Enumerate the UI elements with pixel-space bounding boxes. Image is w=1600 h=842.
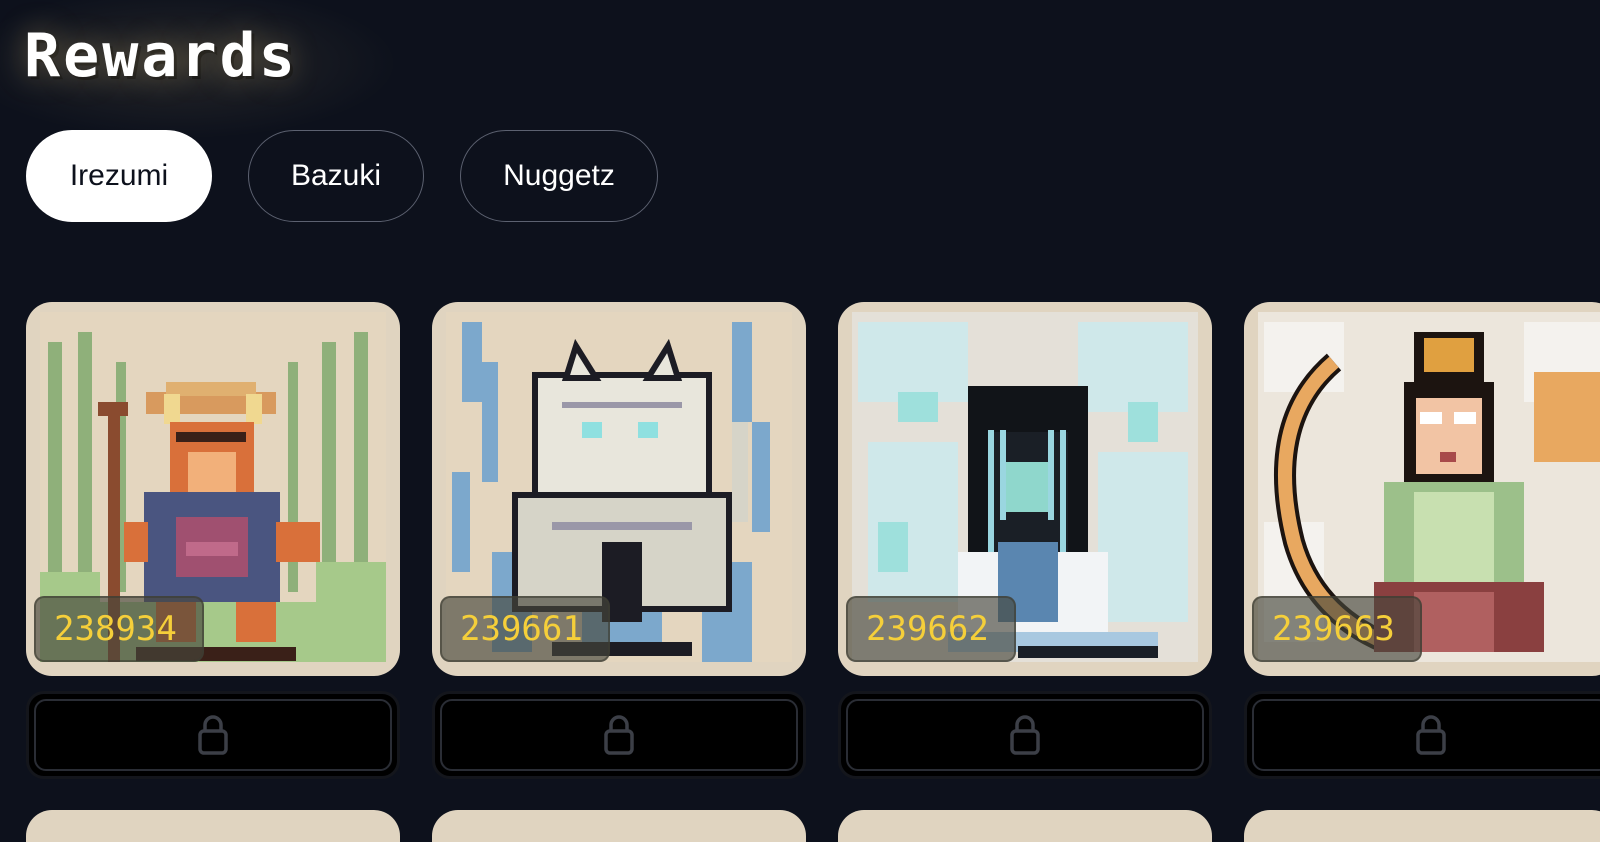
next-row-card (838, 810, 1212, 842)
page-title: Rewards (24, 21, 298, 91)
next-row-card (432, 810, 806, 842)
reward-art[interactable]: 239661 (432, 302, 806, 676)
reward-art[interactable]: 239662 (838, 302, 1212, 676)
reward-art[interactable]: 239663 (1244, 302, 1600, 676)
reward-card: 239661 (432, 302, 806, 842)
locked-claim-button[interactable] (432, 691, 806, 779)
rewards-grid: 238934 239661 239662 239663 (26, 302, 1600, 842)
button-inner-border (1252, 699, 1600, 771)
button-inner-border (34, 699, 392, 771)
reward-art[interactable]: 238934 (26, 302, 400, 676)
reward-card: 239662 (838, 302, 1212, 842)
collection-tabs: Irezumi Bazuki Nuggetz (26, 130, 658, 222)
tab-nuggetz[interactable]: Nuggetz (460, 130, 658, 222)
reward-card: 239663 (1244, 302, 1600, 842)
locked-claim-button[interactable] (1244, 691, 1600, 779)
token-id-badge: 239663 (1252, 596, 1422, 662)
locked-claim-button[interactable] (26, 691, 400, 779)
locked-claim-button[interactable] (838, 691, 1212, 779)
button-inner-border (846, 699, 1204, 771)
button-inner-border (440, 699, 798, 771)
reward-card: 238934 (26, 302, 400, 842)
tab-irezumi[interactable]: Irezumi (26, 130, 212, 222)
token-id-badge: 238934 (34, 596, 204, 662)
tab-bazuki[interactable]: Bazuki (248, 130, 424, 222)
token-id-badge: 239662 (846, 596, 1016, 662)
rewards-page: Rewards Irezumi Bazuki Nuggetz 238934 23… (0, 0, 1600, 842)
token-id-badge: 239661 (440, 596, 610, 662)
next-row-card (26, 810, 400, 842)
next-row-card (1244, 810, 1600, 842)
